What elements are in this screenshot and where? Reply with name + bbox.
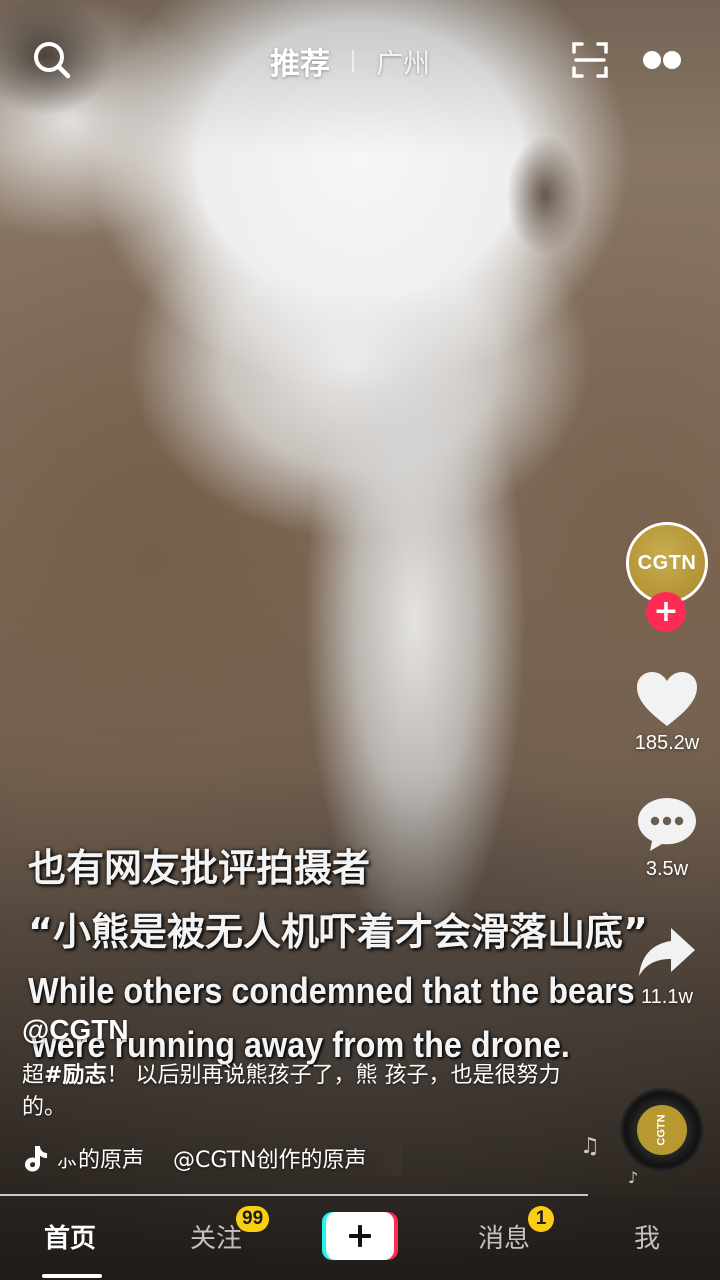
create-button[interactable] xyxy=(322,1212,398,1260)
subtitle-line: “小熊是被无人机吓着才会滑落山底” xyxy=(28,910,648,954)
create-button-face xyxy=(326,1212,394,1260)
tab-recommend[interactable]: 推荐 xyxy=(270,39,330,83)
comment-count: 3.5w xyxy=(645,858,689,880)
tab-city[interactable]: 广州 xyxy=(376,42,430,81)
follow-button[interactable]: + xyxy=(646,592,686,632)
subtitle-line: While others condemned that the bears xyxy=(28,970,635,1011)
scan-icon[interactable] xyxy=(566,36,614,84)
subtitle-line: 也有网友批评拍摄者 xyxy=(28,846,371,890)
hashtag-link[interactable]: #励志 xyxy=(44,1063,106,1088)
top-bar: 推荐 广州 xyxy=(0,0,720,120)
disc-logo-text: CGTN xyxy=(655,1114,668,1146)
search-icon[interactable] xyxy=(28,36,76,84)
bottom-nav: 首页 关注 99 消息 1 我 xyxy=(0,1196,720,1280)
description-prefix: 超 xyxy=(22,1063,45,1088)
comment-icon xyxy=(638,798,696,851)
music-disc[interactable]: CGTN xyxy=(620,1088,704,1172)
nav-messages[interactable]: 消息 xyxy=(478,1218,530,1255)
marquee-fade xyxy=(372,1140,402,1176)
plus-icon xyxy=(349,1225,371,1247)
heart-icon xyxy=(637,672,697,726)
nav-me[interactable]: 我 xyxy=(634,1218,660,1255)
share-count: 11.1w xyxy=(641,986,693,1008)
more-icon[interactable] xyxy=(638,36,686,84)
nav-home-indicator xyxy=(42,1274,102,1278)
share-button[interactable]: 11.1w xyxy=(622,922,712,1009)
music-title: ⺗的原声 @CGTN创作的原声 xyxy=(56,1148,367,1173)
nav-home[interactable]: 首页 xyxy=(44,1218,96,1255)
tab-separator xyxy=(352,50,354,72)
floating-note-icon: ♫ xyxy=(580,1134,600,1159)
disc-cover: CGTN xyxy=(637,1105,687,1155)
author-handle[interactable]: @CGTN xyxy=(22,1014,582,1046)
music-marquee[interactable]: ⺗的原声 @CGTN创作的原声 xyxy=(22,1140,402,1176)
like-button[interactable]: 185.2w xyxy=(622,670,712,755)
floating-note-icon: ♪ xyxy=(628,1168,639,1187)
comment-button[interactable]: 3.5w xyxy=(622,794,712,881)
nav-following[interactable]: 关注 xyxy=(190,1218,242,1255)
following-badge: 99 xyxy=(236,1206,270,1232)
share-icon xyxy=(639,928,695,976)
avatar-logo-text: CGTN xyxy=(637,551,697,574)
like-count: 185.2w xyxy=(634,732,700,754)
video-description: 超#励志！ 以后别再说熊孩子了，熊 孩子，也是很努力的。 xyxy=(22,1060,582,1124)
top-tabs: 推荐 广州 xyxy=(270,38,430,84)
tiktok-note-icon xyxy=(25,1146,47,1172)
video-caption: @CGTN 超#励志！ 以后别再说熊孩子了，熊 孩子，也是很努力的。 xyxy=(22,1014,582,1124)
messages-badge: 1 xyxy=(528,1206,554,1232)
